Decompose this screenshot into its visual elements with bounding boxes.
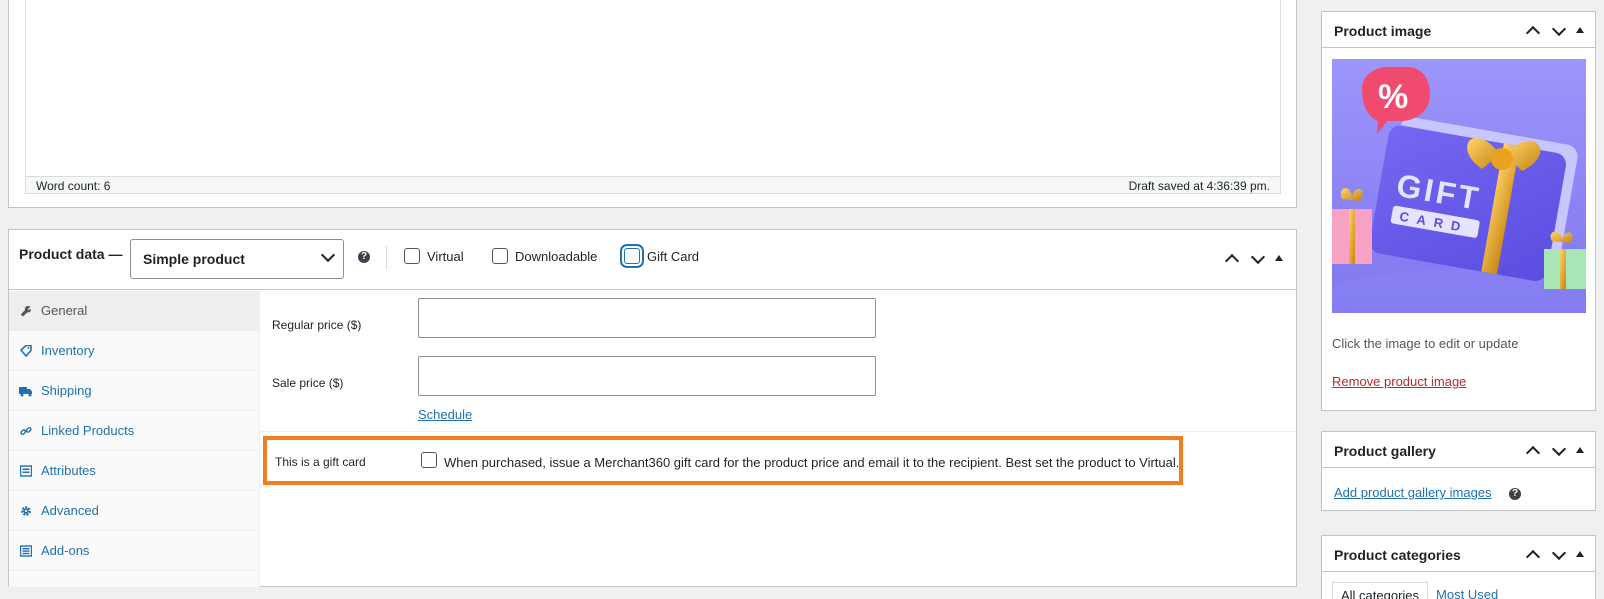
regular-price-label: Regular price ($) [272, 318, 362, 332]
product-image-title: Product image [1334, 23, 1432, 39]
move-up-icon[interactable] [1222, 252, 1242, 266]
move-down-icon[interactable] [1549, 444, 1569, 458]
tab-all-categories[interactable]: All categories [1332, 582, 1429, 599]
gift-card-label: Gift Card [647, 248, 700, 264]
move-down-icon[interactable] [1549, 548, 1569, 562]
add-gallery-images-link[interactable]: Add product gallery images [1334, 485, 1492, 500]
link-icon [19, 424, 33, 438]
tab-label: Advanced [41, 503, 99, 518]
regular-price-input[interactable] [418, 298, 876, 338]
list-icon [19, 544, 33, 558]
wrench-icon [19, 304, 33, 318]
product-data-title: Product data — [19, 246, 123, 262]
downloadable-option[interactable]: Downloadable [492, 248, 597, 264]
product-image-header: Product image [1322, 12, 1595, 48]
collapse-toggle-icon[interactable] [1575, 548, 1587, 562]
virtual-checkbox[interactable] [404, 248, 420, 264]
product-categories-header: Product categories [1322, 536, 1595, 572]
downloadable-checkbox[interactable] [492, 248, 508, 264]
category-tabs: All categories Most Used [1332, 582, 1506, 599]
downloadable-label: Downloadable [515, 248, 598, 264]
divider [386, 246, 387, 270]
tab-inventory[interactable]: Inventory [9, 331, 259, 371]
is-gift-card-checkbox[interactable] [421, 452, 437, 468]
tab-label: Inventory [41, 343, 95, 358]
tab-linked-products[interactable]: Linked Products [9, 411, 259, 451]
schedule-link[interactable]: Schedule [418, 407, 472, 422]
editor-box: Word count: 6 Draft saved at 4:36:39 pm. [8, 0, 1297, 208]
panel-controls [1222, 252, 1286, 266]
product-image[interactable]: GIFT CARD % [1332, 59, 1586, 313]
product-gallery-header: Product gallery [1322, 432, 1595, 468]
tab-label: General [41, 303, 88, 318]
gift-card-option[interactable]: Gift Card [624, 248, 699, 264]
help-icon[interactable]: ? [358, 251, 370, 263]
product-gallery-box: Product gallery Add product gallery imag… [1321, 431, 1596, 511]
box-controls [1523, 444, 1587, 458]
tab-general[interactable]: General [9, 291, 259, 331]
remove-product-image-link[interactable]: Remove product image [1332, 374, 1466, 389]
box-controls [1523, 24, 1587, 38]
virtual-label: Virtual [427, 248, 464, 264]
truck-icon [19, 384, 33, 398]
tab-label: Linked Products [41, 423, 135, 438]
image-edit-hint: Click the image to edit or update [1332, 336, 1519, 351]
sale-price-label: Sale price ($) [272, 376, 344, 390]
help-icon[interactable]: ? [1509, 488, 1521, 500]
chevron-down-icon [320, 247, 336, 263]
tab-attributes[interactable]: Attributes [9, 451, 259, 491]
product-categories-title: Product categories [1334, 547, 1461, 563]
gift-card-field-label: This is a gift card [275, 455, 366, 469]
move-up-icon[interactable] [1523, 24, 1543, 38]
product-type-select[interactable]: Simple product [130, 239, 344, 279]
tab-most-used[interactable]: Most Used [1428, 582, 1506, 599]
tab-add-ons[interactable]: Add-ons [9, 531, 259, 571]
word-count: Word count: 6 [36, 179, 111, 193]
editor-status-bar: Word count: 6 Draft saved at 4:36:39 pm. [25, 176, 1281, 194]
tab-shipping[interactable]: Shipping [9, 371, 259, 411]
product-type-selected: Simple product [143, 251, 245, 267]
editor-text-area[interactable] [25, 0, 1281, 178]
tag-icon [19, 344, 33, 358]
virtual-option[interactable]: Virtual [404, 248, 464, 264]
product-data-header: Product data — Simple product ? Virtual … [9, 230, 1296, 290]
product-image-box: Product image GIFT CARD % Click the imag… [1321, 11, 1596, 411]
gift-card-checkbox[interactable] [624, 248, 640, 264]
gift-card-row-highlight: This is a gift card When purchased, issu… [263, 436, 1183, 485]
discount-badge: % [1378, 78, 1408, 116]
tab-label: Attributes [41, 463, 96, 478]
tab-advanced[interactable]: Advanced [9, 491, 259, 531]
collapse-toggle-icon[interactable] [1274, 252, 1286, 266]
product-data-panel: Product data — Simple product ? Virtual … [8, 229, 1297, 587]
divider [260, 431, 1296, 432]
tab-label: Shipping [41, 383, 92, 398]
move-down-icon[interactable] [1549, 24, 1569, 38]
general-fields: Regular price ($) Sale price ($) Schedul… [260, 291, 1296, 587]
move-up-icon[interactable] [1523, 444, 1543, 458]
list-icon [19, 464, 33, 478]
move-up-icon[interactable] [1523, 548, 1543, 562]
gift-card-description: When purchased, issue a Merchant360 gift… [444, 455, 1180, 470]
product-data-tabs: General Inventory Shipping Linked Produc… [9, 291, 260, 587]
gear-icon [19, 504, 33, 518]
sale-price-input[interactable] [418, 356, 876, 396]
collapse-toggle-icon[interactable] [1575, 24, 1587, 38]
box-controls [1523, 548, 1587, 562]
tab-label: Add-ons [41, 543, 90, 558]
move-down-icon[interactable] [1248, 252, 1268, 266]
draft-saved-status: Draft saved at 4:36:39 pm. [1128, 179, 1270, 193]
product-categories-box: Product categories All categories Most U… [1321, 535, 1596, 599]
product-gallery-title: Product gallery [1334, 443, 1436, 459]
collapse-toggle-icon[interactable] [1575, 444, 1587, 458]
